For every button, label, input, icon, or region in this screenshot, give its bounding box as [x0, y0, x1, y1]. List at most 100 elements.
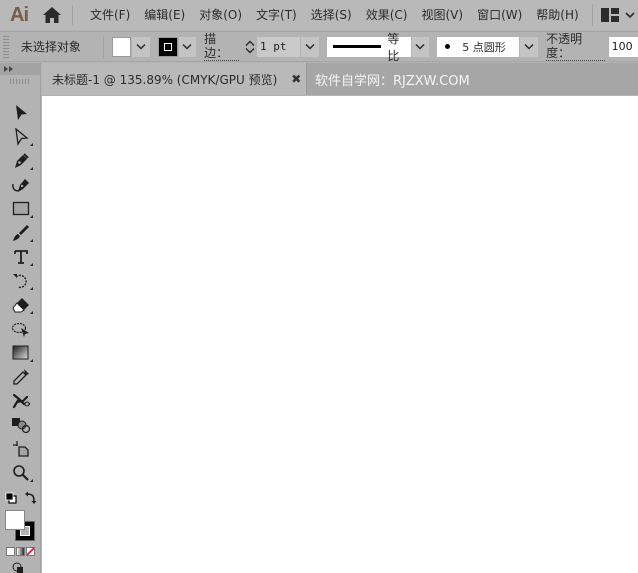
- artboard-tool[interactable]: [0, 437, 41, 461]
- profile-dropdown[interactable]: [411, 36, 430, 57]
- swap-colors-icon[interactable]: [25, 491, 37, 504]
- rotate-tool[interactable]: [0, 269, 41, 293]
- draw-mode-icon[interactable]: [12, 562, 24, 573]
- lasso-tool[interactable]: [0, 317, 41, 341]
- submenu-indicator: [30, 143, 33, 146]
- color-mode-button[interactable]: [6, 547, 15, 556]
- zoom-icon: [12, 465, 29, 481]
- menu-file[interactable]: 文件(F): [83, 0, 137, 30]
- stroke-weight-stepper[interactable]: [243, 36, 257, 58]
- chevron-down-icon: [415, 43, 426, 50]
- submenu-indicator: [30, 239, 33, 242]
- paintbrush-icon: [12, 225, 29, 241]
- submenu-indicator: [30, 479, 33, 482]
- fill-swatch[interactable]: [111, 36, 132, 57]
- shape-builder-icon: [11, 418, 30, 434]
- home-button[interactable]: [38, 0, 66, 30]
- expand-panel-icon: [4, 66, 13, 72]
- opacity-label[interactable]: 不透明度：: [546, 32, 605, 61]
- selection-arrow-icon: [15, 105, 27, 120]
- menu-window[interactable]: 窗口(W): [470, 0, 529, 30]
- chevron-up-icon: [245, 40, 255, 46]
- fill-dropdown[interactable]: [132, 36, 150, 57]
- brush-definition[interactable]: 5 点圆形: [437, 36, 520, 57]
- gradient-mode-button[interactable]: [16, 547, 25, 556]
- document-tab-active[interactable]: 未标题-1 @ 135.89% (CMYK/GPU 预览) ✖: [42, 63, 307, 95]
- type-tool[interactable]: [0, 245, 41, 269]
- gradient-tool[interactable]: [0, 341, 41, 365]
- stroke-swatch-inner: [163, 42, 172, 51]
- chevron-down-icon: [245, 47, 255, 53]
- rectangle-tool[interactable]: [0, 197, 41, 221]
- tab-title: 未标题-1 @ 135.89% (CMYK/GPU 预览): [52, 72, 278, 87]
- stroke-profile-preview: [332, 45, 382, 48]
- stroke-swatch[interactable]: [158, 36, 178, 57]
- stroke-weight-input[interactable]: 1 pt: [256, 36, 301, 57]
- brush-dropdown[interactable]: [520, 36, 539, 57]
- stroke-label[interactable]: 描边：: [204, 32, 240, 61]
- type-icon: [13, 250, 28, 264]
- menu-bar: Ai 文件(F) 编辑(E) 对象(O) 文字(T) 选择(S) 效果(C) 视…: [0, 0, 638, 30]
- curvature-tool[interactable]: [0, 173, 41, 197]
- variable-width-profile[interactable]: 等比: [326, 32, 411, 63]
- gradient-icon: [12, 345, 28, 360]
- chevron-down-icon: [524, 43, 534, 50]
- illustrator-window: Ai 文件(F) 编辑(E) 对象(O) 文字(T) 选择(S) 效果(C) 视…: [0, 0, 638, 573]
- menu-divider: [72, 5, 73, 25]
- shape-builder-tool[interactable]: [0, 413, 41, 437]
- chevron-down-icon: [305, 43, 315, 50]
- color-mode-buttons: [6, 547, 40, 556]
- control-bar: 未选择对象 描边： 1 pt 等比 5 点圆形 不透明度： 100: [0, 31, 638, 63]
- eyedropper-icon: [12, 369, 29, 385]
- workspace-layout-icon: [600, 8, 619, 22]
- opacity-input[interactable]: 100: [608, 36, 638, 57]
- submenu-indicator: [30, 359, 33, 362]
- menu-select[interactable]: 选择(S): [304, 0, 359, 30]
- document-tabs: 未标题-1 @ 135.89% (CMYK/GPU 预览) ✖ 软件自学网：RJ…: [42, 63, 638, 95]
- direct-selection-tool[interactable]: [0, 125, 41, 149]
- lasso-icon: [11, 322, 29, 337]
- menu-type[interactable]: 文字(T): [249, 0, 304, 30]
- drawing-mode-row: [0, 562, 40, 573]
- menu-object[interactable]: 对象(O): [192, 0, 249, 30]
- zoom-tool[interactable]: [0, 461, 41, 485]
- stroke-dropdown[interactable]: [178, 36, 197, 57]
- color-controls-row: [0, 489, 40, 509]
- app-logo: Ai: [10, 3, 29, 26]
- chevron-down-icon: [136, 43, 146, 50]
- submenu-indicator: [30, 215, 33, 218]
- default-colors-icon[interactable]: [5, 492, 17, 504]
- profile-label: 等比: [387, 31, 400, 63]
- puppet-warp-tool[interactable]: [0, 389, 41, 413]
- pen-tool[interactable]: [0, 149, 41, 173]
- selection-tool[interactable]: [0, 101, 41, 125]
- menu-view[interactable]: 视图(V): [414, 0, 470, 30]
- rectangle-icon: [12, 201, 29, 216]
- brush-definition-label: 5 点圆形: [462, 40, 506, 54]
- menu-effect[interactable]: 效果(C): [359, 0, 415, 30]
- puppet-warp-icon: [12, 393, 30, 409]
- eyedropper-tool[interactable]: [0, 365, 41, 389]
- panel-grip[interactable]: [3, 35, 9, 58]
- fill-color-box[interactable]: [5, 510, 25, 530]
- submenu-indicator: [30, 311, 33, 314]
- paintbrush-tool[interactable]: [0, 221, 41, 245]
- document-tab-inactive[interactable]: 软件自学网：RJZXW.COM: [307, 63, 470, 95]
- home-icon: [43, 7, 61, 23]
- brush-dot-icon: [445, 44, 451, 49]
- close-tab-icon[interactable]: ✖: [291, 72, 301, 86]
- tools-panel-header[interactable]: [0, 63, 40, 75]
- eraser-tool[interactable]: [0, 293, 41, 317]
- chevron-down-icon: [182, 43, 192, 50]
- menu-divider: [591, 4, 593, 26]
- selection-status: 未选择对象: [20, 40, 81, 54]
- stroke-weight-dropdown[interactable]: [301, 36, 319, 57]
- workspace-switcher[interactable]: [600, 0, 635, 30]
- submenu-indicator: [30, 167, 33, 170]
- none-mode-button[interactable]: [26, 547, 35, 556]
- menu-edit[interactable]: 编辑(E): [137, 0, 192, 30]
- curvature-pen-icon: [11, 179, 29, 192]
- artboard-canvas[interactable]: [42, 96, 638, 573]
- tab-title: 软件自学网：RJZXW.COM: [315, 73, 470, 89]
- menu-help[interactable]: 帮助(H): [529, 0, 585, 30]
